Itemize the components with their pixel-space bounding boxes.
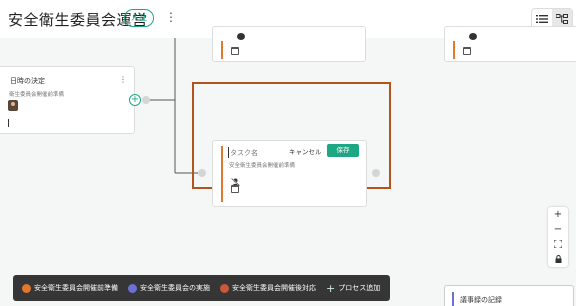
task-card-date-decision[interactable]: 日時の決定 ⋮ 衛生委員会開催前準備 — [0, 66, 135, 134]
avatar — [8, 100, 18, 111]
kebab-icon[interactable]: ⋮ — [119, 75, 127, 84]
calendar-icon[interactable] — [463, 47, 471, 55]
process-name: 安全衛生委員会開催前準備 — [229, 163, 296, 169]
zoom-in-button[interactable]: + — [548, 207, 568, 222]
process-name: 衛生委員会開催前準備 — [9, 92, 65, 98]
unassigned-user-icon[interactable] — [231, 171, 240, 187]
cancel-button[interactable]: キャンセル — [289, 146, 322, 156]
lock-button[interactable] — [548, 252, 568, 267]
legend-item-prep[interactable]: 安全衛生委員会開催前準備 — [22, 283, 118, 293]
process-color-bar — [453, 41, 455, 59]
process-legend: 安全衛生委員会開催前準備 安全衛生委員会の実施 安全衛生委員会開催後対応 + プ… — [13, 275, 390, 301]
add-process-button[interactable]: + プロセス追加 — [326, 282, 380, 295]
process-color-bar — [8, 119, 9, 127]
task-card-minutes[interactable]: 議事録の記録 — [444, 285, 574, 306]
process-color-bar — [221, 41, 223, 59]
fit-view-button[interactable] — [548, 237, 568, 252]
calendar-icon[interactable] — [231, 185, 239, 193]
task-title: 日時の決定 — [10, 77, 45, 85]
save-button[interactable]: 保存 — [327, 144, 359, 157]
legend-swatch — [22, 283, 31, 293]
legend-label: 安全衛生委員会開催前準備 — [34, 284, 118, 292]
connector-handle[interactable] — [142, 96, 150, 104]
task-card-top-middle[interactable] — [212, 26, 366, 62]
process-color-bar — [452, 292, 454, 306]
calendar-icon[interactable] — [231, 47, 239, 55]
assignee-icon — [237, 33, 245, 40]
plus-icon: + — [326, 281, 336, 295]
task-card-top-right[interactable] — [444, 26, 576, 62]
zoom-out-button[interactable]: − — [548, 222, 568, 237]
legend-label: 安全衛生委員会開催後対応 — [232, 284, 316, 292]
connector-handle[interactable] — [372, 169, 380, 177]
connector-handle[interactable] — [198, 169, 206, 177]
zoom-controls: + − — [548, 207, 568, 267]
legend-label: 安全衛生委員会の実施 — [140, 284, 210, 292]
lock-icon — [555, 255, 561, 263]
legend-item-meeting[interactable]: 安全衛生委員会の実施 — [128, 283, 210, 293]
fit-view-icon — [553, 239, 563, 249]
add-task-button[interactable]: + — [129, 94, 141, 106]
add-process-label: プロセス追加 — [338, 284, 381, 292]
legend-item-followup[interactable]: 安全衛生委員会開催後対応 — [220, 283, 316, 293]
legend-swatch — [128, 283, 137, 293]
process-color-bar — [221, 146, 223, 202]
legend-swatch — [220, 283, 229, 293]
assignee-icon — [469, 33, 477, 40]
task-title: 議事録の記録 — [460, 296, 502, 304]
